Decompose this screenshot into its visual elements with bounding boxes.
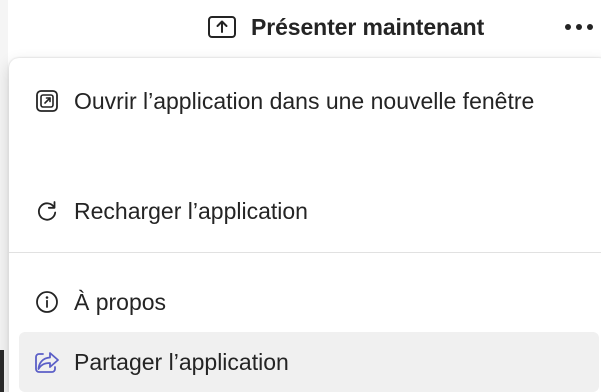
background-window-edge-dark — [0, 350, 4, 392]
more-horizontal-icon — [564, 23, 594, 31]
share-screen-icon — [207, 15, 237, 39]
teams-app-screen: Présenter maintenant Ouvrir l’applicatio… — [0, 0, 601, 392]
menu-item-label: Recharger l’application — [74, 198, 308, 224]
present-now-label: Présenter maintenant — [251, 13, 485, 40]
menu-item-label: Ouvrir l’application dans une nouvelle f… — [74, 88, 535, 114]
present-now-button[interactable]: Présenter maintenant — [207, 10, 484, 44]
menu-item-reload[interactable]: Recharger l’application — [19, 190, 599, 236]
menu-item-label: À propos — [74, 289, 167, 315]
menu-item-about[interactable]: À propos — [19, 282, 599, 328]
menu-divider — [9, 252, 601, 253]
app-options-menu: Ouvrir l’application dans une nouvelle f… — [9, 58, 601, 392]
top-toolbar: Présenter maintenant — [0, 0, 601, 52]
reload-icon — [34, 198, 60, 224]
open-in-new-window-icon — [34, 88, 60, 114]
menu-item-label: Partager l’application — [74, 349, 289, 375]
share-icon — [34, 349, 60, 375]
more-options-button[interactable] — [562, 14, 596, 40]
info-icon — [34, 289, 60, 315]
background-window-edge — [0, 0, 8, 392]
menu-item-share-app[interactable]: Partager l’application — [19, 332, 599, 392]
menu-item-open-in-new-window[interactable]: Ouvrir l’application dans une nouvelle f… — [19, 80, 599, 176]
